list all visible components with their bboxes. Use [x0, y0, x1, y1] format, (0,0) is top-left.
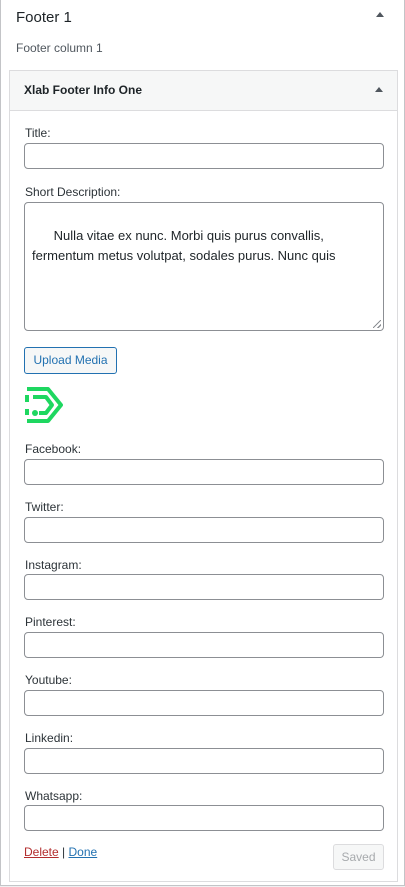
upload-media-button[interactable]: Upload Media [24, 347, 117, 374]
pinterest-input[interactable] [24, 632, 384, 658]
youtube-input[interactable] [24, 690, 384, 716]
whatsapp-label: Whatsapp: [25, 789, 83, 803]
twitter-label: Twitter: [25, 500, 64, 514]
short-description-text: Nulla vitae ex nunc. Morbi quis purus co… [32, 228, 336, 263]
widget-header[interactable]: Xlab Footer Info One [10, 71, 397, 111]
whatsapp-input[interactable] [24, 805, 384, 831]
sidebar-description: Footer column 1 [16, 41, 103, 55]
widget-title: Xlab Footer Info One [24, 83, 143, 97]
widget-area-panel: Footer 1 Footer column 1 Xlab Footer Inf… [0, 0, 405, 886]
title-label: Title: [25, 126, 51, 140]
youtube-label: Youtube: [25, 673, 72, 687]
short-description-label: Short Description: [25, 185, 121, 199]
linkedin-input[interactable] [24, 748, 384, 774]
instagram-label: Instagram: [25, 558, 82, 572]
widget-actions: Delete | Done [24, 845, 97, 859]
twitter-input[interactable] [24, 517, 384, 543]
facebook-input[interactable] [24, 459, 384, 485]
widget-xlab-footer-info: Xlab Footer Info One Title: Short Descri… [9, 70, 398, 882]
short-description-textarea[interactable]: Nulla vitae ex nunc. Morbi quis purus co… [24, 202, 384, 331]
xlab-logo-icon [25, 387, 63, 423]
collapse-arrow-icon[interactable] [375, 87, 383, 92]
resize-handle-icon[interactable] [373, 320, 381, 328]
facebook-label: Facebook: [25, 442, 82, 456]
delete-link[interactable]: Delete [24, 845, 59, 859]
pinterest-label: Pinterest: [25, 615, 76, 629]
saved-button[interactable]: Saved [333, 844, 384, 870]
title-input[interactable] [24, 143, 384, 169]
collapse-arrow-icon[interactable] [376, 12, 384, 17]
sidebar-title: Footer 1 [16, 9, 72, 26]
linkedin-label: Linkedin: [25, 731, 74, 745]
action-separator: | [62, 845, 66, 859]
done-link[interactable]: Done [69, 845, 98, 859]
instagram-input[interactable] [24, 574, 384, 600]
